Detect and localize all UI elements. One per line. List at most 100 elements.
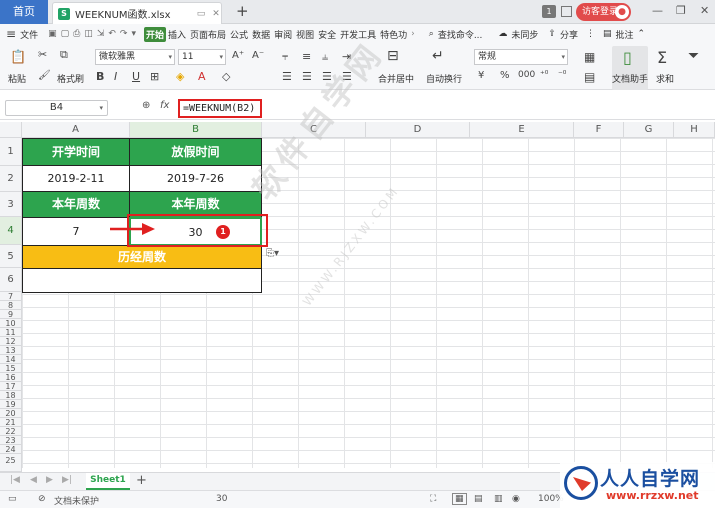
row-header-18[interactable]: 18 (0, 391, 22, 400)
align-center-icon[interactable]: ☰ (302, 70, 312, 83)
wrap-text-icon[interactable]: ↵ (432, 48, 444, 64)
row-header-14[interactable]: 14 (0, 355, 22, 364)
align-top-icon[interactable]: ⫧ (282, 50, 288, 64)
row-header-13[interactable]: 13 (0, 346, 22, 355)
col-header-f[interactable]: F (574, 122, 624, 138)
share-icon[interactable]: ⇪ (546, 29, 558, 39)
copy-icon[interactable]: ⧉ (60, 48, 68, 62)
row-header-3[interactable]: 3 (0, 192, 22, 217)
last-sheet-icon[interactable]: ▶| (62, 475, 72, 485)
cut-icon[interactable]: ✂ (38, 48, 47, 61)
bold-icon[interactable]: B (96, 70, 104, 83)
maximize-icon[interactable]: ❐ (676, 4, 686, 17)
window-count-badge[interactable]: 1 (542, 5, 556, 18)
row-header-11[interactable]: 11 (0, 328, 22, 337)
row-header-24[interactable]: 24 (0, 445, 22, 454)
row-header-23[interactable]: 23 (0, 436, 22, 445)
select-all-corner[interactable] (0, 122, 22, 138)
merge-center-label[interactable]: 合并居中 (378, 72, 414, 85)
currency-icon[interactable]: ¥ (478, 70, 484, 81)
row-header-22[interactable]: 22 (0, 427, 22, 436)
close-window-icon[interactable]: ✕ (700, 4, 709, 17)
scroll-menu-icon[interactable]: › (409, 29, 417, 39)
sheet-tab-sheet1[interactable]: Sheet1 (86, 473, 130, 490)
more-options-icon[interactable]: ⋮ (584, 29, 597, 39)
cell-style-icon[interactable]: ▤ (584, 70, 595, 84)
menu-security[interactable]: 安全 (316, 28, 338, 41)
more-icon[interactable]: ▾ (129, 29, 138, 39)
col-header-a[interactable]: A (22, 122, 130, 138)
sum-icon[interactable]: Σ (657, 48, 667, 67)
cloud-icon[interactable]: ☁ (496, 29, 509, 39)
cell-a3[interactable]: 本年周数 (22, 191, 130, 218)
menu-formulas[interactable]: 公式 (228, 28, 250, 41)
search-icon[interactable]: ⌕ (427, 29, 436, 39)
undo-icon[interactable]: ↶ (106, 29, 118, 39)
cell-b1[interactable]: 放假时间 (129, 138, 262, 166)
cell-a1[interactable]: 开学时间 (22, 138, 130, 166)
row-header-6[interactable]: 6 (0, 268, 22, 292)
paste-icon[interactable]: 📋 (10, 50, 26, 65)
row-header-2[interactable]: 2 (0, 166, 22, 192)
merge-center-icon[interactable]: ⊟ (387, 48, 399, 64)
format-painter-icon[interactable]: 🖌 (38, 70, 51, 81)
sum-label[interactable]: 求和 (656, 72, 674, 85)
percent-icon[interactable]: % (500, 70, 510, 81)
underline-icon[interactable]: U (132, 70, 140, 83)
fullscreen-icon[interactable]: ⛶ (430, 494, 436, 504)
layout-icon[interactable] (561, 6, 572, 17)
login-button[interactable]: 访客登录 ● (576, 3, 631, 21)
file-tab[interactable]: S WEEKNUM函数.xlsx ▭ ✕ (52, 2, 222, 24)
hamburger-icon[interactable]: ≡ (6, 27, 16, 41)
menu-features[interactable]: 特色功 (378, 28, 409, 41)
menu-view[interactable]: 视图 (294, 28, 316, 41)
italic-icon[interactable]: I (114, 70, 117, 83)
row-header-4[interactable]: 4 (0, 217, 22, 245)
col-header-h[interactable]: H (674, 122, 715, 138)
menu-developer[interactable]: 开发工具 (338, 28, 378, 41)
row-header-16[interactable]: 16 (0, 373, 22, 382)
row-header-7[interactable]: 7 (0, 292, 22, 301)
row-header-8[interactable]: 8 (0, 301, 22, 310)
monitor-icon[interactable]: ▭ (196, 9, 206, 19)
menu-page-layout[interactable]: 页面布局 (188, 28, 228, 41)
row-header-10[interactable]: 10 (0, 319, 22, 328)
row-header-19[interactable]: 19 (0, 400, 22, 409)
collapse-ribbon-icon[interactable]: ⌃ (636, 29, 648, 39)
menu-home[interactable]: 开始 (144, 26, 167, 42)
redo-icon[interactable]: ↷ (118, 29, 130, 39)
search-command[interactable]: 查找命令... (436, 28, 485, 41)
align-bottom-icon[interactable]: ⫨ (322, 50, 328, 64)
doc-assistant-button[interactable]: ▯ 文档助手 (612, 46, 648, 90)
cell-b2[interactable]: 2019-7-26 (129, 165, 262, 192)
align-right-icon[interactable]: ☰ (322, 70, 332, 83)
cell-a2[interactable]: 2019-2-11 (22, 165, 130, 192)
col-header-b[interactable]: B (130, 122, 262, 138)
sync-status[interactable]: 未同步 (509, 28, 540, 41)
cell-a6-merged[interactable] (22, 268, 262, 293)
zoom-search-icon[interactable]: ⊕ (142, 100, 150, 111)
paste-label[interactable]: 粘贴 (8, 72, 26, 85)
minimize-icon[interactable]: — (652, 4, 663, 17)
indent-icon[interactable]: ⇥ (342, 50, 351, 63)
format-painter-label[interactable]: 格式刷 (57, 72, 84, 85)
row-header-15[interactable]: 15 (0, 364, 22, 373)
font-color-icon[interactable]: A (198, 70, 206, 83)
prev-sheet-icon[interactable]: ◀ (30, 475, 37, 485)
menu-review[interactable]: 审阅 (272, 28, 294, 41)
table-style-icon[interactable]: ▦ (584, 50, 595, 64)
decrease-decimal-icon[interactable]: ⁻⁰ (558, 70, 566, 80)
justify-icon[interactable]: ☰ (342, 70, 352, 83)
home-tab[interactable]: 首页 (0, 0, 48, 24)
shrink-font-icon[interactable]: A⁻ (252, 50, 264, 61)
row-header-17[interactable]: 17 (0, 382, 22, 391)
add-sheet-icon[interactable]: + (136, 473, 147, 488)
align-left-icon[interactable]: ☰ (282, 70, 292, 83)
font-size-select[interactable]: 11 ▾ (178, 49, 226, 65)
cell-a5-merged[interactable]: 历经周数 (22, 245, 262, 269)
save-icon[interactable]: ▣ (46, 29, 59, 39)
col-header-e[interactable]: E (470, 122, 574, 138)
increase-decimal-icon[interactable]: ⁺⁰ (540, 70, 548, 80)
col-header-d[interactable]: D (366, 122, 470, 138)
clear-format-icon[interactable]: ◇ (222, 70, 230, 83)
